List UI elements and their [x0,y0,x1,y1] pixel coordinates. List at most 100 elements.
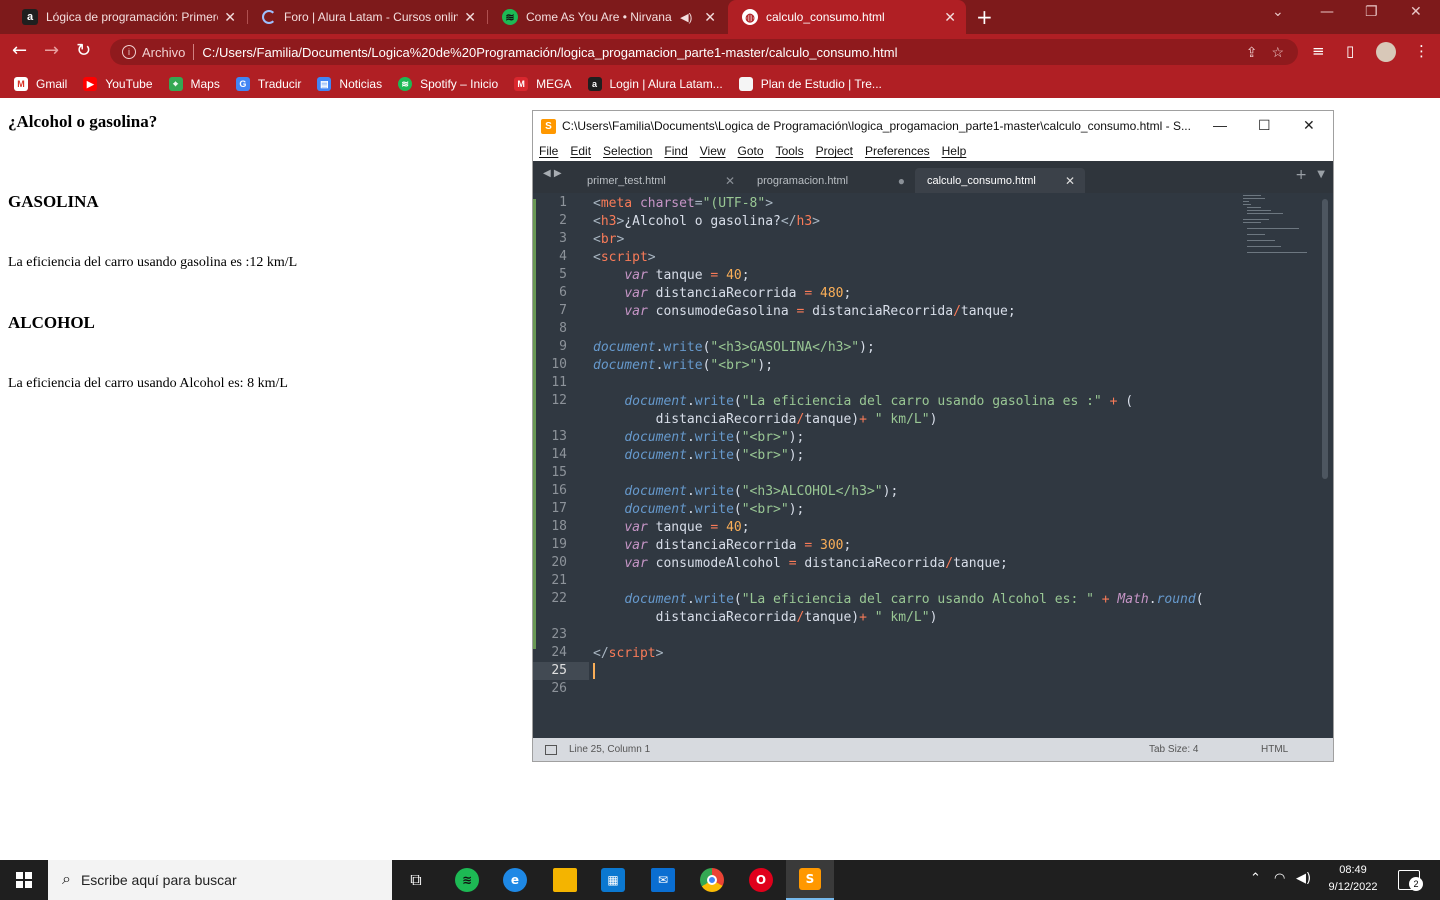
file-explorer-icon[interactable] [553,868,577,892]
close-icon[interactable]: ✕ [944,9,956,26]
search-icon: ⌕ [62,871,71,888]
tab-foro[interactable]: Foro | Alura Latam - Cursos onlin ✕ [248,0,486,34]
tab-title: Foro | Alura Latam - Cursos onlin [284,10,459,24]
sublime-text-window: S C:\Users\Familia\Documents\Logica de P… [532,110,1334,762]
menu-preferences[interactable]: Preferences [865,144,930,158]
task-view-icon[interactable]: ⧉ [404,868,428,892]
restore-icon[interactable]: ❐ [1365,4,1378,20]
mail-icon[interactable]: ✉ [651,868,675,892]
opera-icon[interactable]: O [749,868,773,892]
address-bar[interactable]: i Archivo C:/Users/Familia/Documents/Log… [110,39,1298,65]
line-number: 11 [551,375,567,390]
menu-find[interactable]: Find [664,144,687,158]
line-number: 19 [551,537,567,552]
close-window-icon[interactable]: ✕ [1303,117,1315,134]
tab-title: Lógica de programación: Primero [46,10,219,24]
editor-tab-primer-test[interactable]: primer_test.html ✕ [575,168,745,193]
editor-tab-programacion[interactable]: programacion.html ● [745,168,915,193]
menu-project[interactable]: Project [816,144,853,158]
code-line: var distanciaRecorrida = 480; [624,286,852,301]
close-icon[interactable]: ✕ [704,9,716,26]
notifications-button[interactable]: 2 [1398,870,1423,891]
tab-logica[interactable]: a Lógica de programación: Primero ✕ [8,0,246,34]
vertical-scrollbar[interactable] [1322,199,1328,479]
tab-size[interactable]: Tab Size: 4 [1149,744,1198,755]
editor-tab-label: programacion.html [757,174,849,187]
minimap[interactable] [1243,195,1323,255]
menu-view[interactable]: View [700,144,726,158]
spotify-icon[interactable]: ≋ [455,868,479,892]
bookmark-traducir[interactable]: G Traducir [235,77,301,91]
modified-dot-icon[interactable]: ● [898,174,905,188]
bookmark-maps[interactable]: ⌖ Maps [168,77,220,91]
microsoft-store-icon[interactable]: ▦ [601,868,625,892]
menu-selection[interactable]: Selection [603,144,652,158]
chrome-icon[interactable] [700,868,724,892]
address-divider [193,44,195,60]
line-number: 21 [551,573,567,588]
close-icon[interactable]: ✕ [1065,174,1075,188]
volume-icon[interactable]: ◀) [1296,871,1311,886]
windows-start-icon[interactable] [16,872,32,888]
share-icon[interactable]: ⇪ [1246,44,1258,61]
sublime-logo-icon: S [541,118,556,134]
line-number: 23 [551,627,567,642]
minimize-icon[interactable]: — [1320,4,1334,20]
bookmark-spotify[interactable]: ≋ Spotify – Inicio [398,77,498,91]
tab-dropdown-icon[interactable]: ▼ [1317,169,1325,180]
bookmark-mega[interactable]: M MEGA [514,77,572,91]
menu-goto[interactable]: Goto [738,144,764,158]
bookmark-star-icon[interactable]: ☆ [1271,44,1284,61]
bookmark-label: Plan de Estudio | Tre... [760,77,882,91]
taskbar-clock[interactable]: 08:49 9/12/2022 [1318,862,1388,896]
bookmark-youtube[interactable]: ▶ YouTube [83,77,153,91]
close-icon[interactable]: ✕ [464,9,476,26]
tab-search-icon[interactable]: ⌄ [1272,4,1284,20]
page-title: ¿Alcohol o gasolina? [8,112,158,131]
address-url[interactable]: C:/Users/Familia/Documents/Logica%20de%2… [202,45,1245,60]
notification-count-badge: 2 [1409,877,1423,891]
edge-icon[interactable]: e [503,868,527,892]
forward-icon[interactable]: → [44,42,59,60]
line-number: 26 [551,681,567,696]
sublime-taskbar-icon[interactable]: S [786,860,834,900]
editor-menu-bar: File Edit Selection Find View Goto Tools… [533,141,1333,161]
profile-avatar[interactable] [1376,42,1396,62]
tab-calculo-consumo[interactable]: ◍ calculo_consumo.html ✕ [728,0,966,34]
menu-tools[interactable]: Tools [776,144,804,158]
editor-tab-calculo-consumo[interactable]: calculo_consumo.html ✕ [915,168,1085,193]
bookmark-label: Maps [190,77,220,91]
menu-icon[interactable]: ⋮ [1414,42,1429,60]
tab-spotify[interactable]: ≋ Come As You Are • Nirvana ◀) ✕ [488,0,726,34]
bookmark-gmail[interactable]: M Gmail [14,77,67,91]
close-icon[interactable]: ✕ [224,9,236,26]
tab-nav-arrows-icon[interactable]: ◀ ▶ [543,168,562,179]
maximize-icon[interactable]: ☐ [1258,117,1271,134]
new-tab-button[interactable]: + [976,5,993,29]
back-icon[interactable]: ← [12,42,27,60]
menu-help[interactable]: Help [942,144,967,158]
menu-file[interactable]: File [539,144,558,158]
menu-edit[interactable]: Edit [570,144,591,158]
line-number: 8 [559,321,567,336]
line-number: 4 [559,249,567,264]
minimize-icon[interactable]: — [1213,117,1227,133]
new-file-icon[interactable]: + [1295,167,1307,183]
bookmark-noticias[interactable]: ▤ Noticias [317,77,382,91]
side-panel-icon[interactable]: ▯ [1346,42,1354,60]
close-icon[interactable]: ✕ [725,174,735,188]
close-window-icon[interactable]: ✕ [1410,4,1422,20]
bookmark-alura[interactable]: a Login | Alura Latam... [587,77,723,91]
taskbar-search-box[interactable]: ⌕ Escribe aquí para buscar [48,860,392,900]
bookmark-plan[interactable]: Plan de Estudio | Tre... [738,77,882,91]
sidebar-toggle-icon[interactable] [545,744,557,755]
chevron-up-icon[interactable]: ⌃ [1250,871,1261,886]
reading-list-icon[interactable]: ≡ [1312,42,1325,60]
wifi-icon[interactable]: ◠ [1274,871,1285,886]
clock-time: 08:49 [1339,864,1367,876]
info-icon[interactable]: i [122,45,136,59]
syntax-mode[interactable]: HTML [1261,744,1288,755]
speaker-icon[interactable]: ◀) [680,11,692,24]
reload-icon[interactable]: ↻ [76,42,91,60]
code-editor[interactable]: 1 2 3 4 5 6 7 8 9 10 11 12 13 14 15 16 17 18 19 20 21 22 23 24 2… [533,193,1333,738]
